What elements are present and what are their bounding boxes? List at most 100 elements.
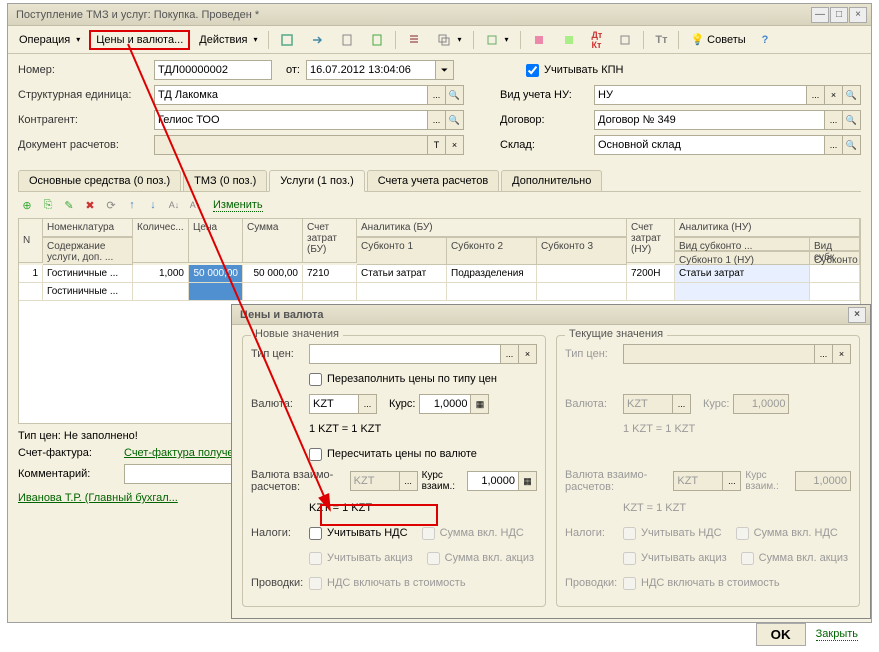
col-vsub1[interactable]: Вид субконто ... bbox=[675, 237, 810, 251]
settle-clear-button[interactable]: × bbox=[446, 135, 464, 155]
contractor-search-button[interactable]: 🔍 bbox=[446, 110, 464, 130]
rate-input[interactable] bbox=[419, 394, 471, 414]
warehouse-search-button[interactable]: 🔍 bbox=[843, 135, 861, 155]
cell-nom[interactable]: Гостиничные ... bbox=[43, 265, 133, 283]
tips-button[interactable]: 💡Советы bbox=[683, 29, 752, 50]
rate-mut-input[interactable] bbox=[467, 471, 519, 491]
contractor-input[interactable] bbox=[154, 110, 428, 130]
maximize-button[interactable]: □ bbox=[830, 7, 848, 23]
number-input[interactable] bbox=[154, 60, 272, 80]
kpn-checkbox-label[interactable]: Учитывать КПН bbox=[526, 64, 624, 77]
tb-icon-1[interactable] bbox=[273, 29, 301, 51]
col-content[interactable]: Содержание услуги, доп. ... bbox=[43, 237, 133, 265]
table-row[interactable]: 1 Гостиничные ... 1,000 50 000,00 50 000… bbox=[19, 265, 860, 283]
contract-search-button[interactable]: 🔍 bbox=[843, 110, 861, 130]
struct-input[interactable] bbox=[154, 85, 428, 105]
grid-delete-button[interactable]: ✖ bbox=[81, 196, 99, 214]
contractor-select-button[interactable]: ... bbox=[428, 110, 446, 130]
kpn-checkbox[interactable] bbox=[526, 64, 539, 77]
rate-calc[interactable]: ▦ bbox=[471, 394, 489, 414]
operation-menu[interactable]: Операция bbox=[12, 30, 87, 50]
struct-search-button[interactable]: 🔍 bbox=[446, 85, 464, 105]
recalc-checkbox[interactable] bbox=[309, 448, 322, 461]
tb-icon-10[interactable]: ДтКт bbox=[585, 26, 610, 54]
cell-vsub[interactable] bbox=[810, 265, 860, 283]
contract-select-button[interactable]: ... bbox=[825, 110, 843, 130]
warehouse-input[interactable] bbox=[594, 135, 825, 155]
col-sub3[interactable]: Субконто 3 bbox=[537, 237, 627, 265]
col-acc-bu[interactable]: Счет затрат (БУ) bbox=[303, 219, 357, 263]
refill-checkbox[interactable] bbox=[309, 373, 322, 386]
cell-qty[interactable]: 1,000 bbox=[133, 265, 189, 283]
cell-acc[interactable]: 7210 bbox=[303, 265, 357, 283]
grid-add-copy-button[interactable]: ⎘ bbox=[39, 196, 57, 214]
warehouse-select-button[interactable]: ... bbox=[825, 135, 843, 155]
settle-cur-select[interactable]: ... bbox=[400, 471, 418, 491]
col-sub1[interactable]: Субконто 1 bbox=[357, 237, 447, 265]
ok-button[interactable]: OK bbox=[756, 623, 806, 646]
col-sum[interactable]: Сумма bbox=[243, 219, 303, 263]
contract-input[interactable] bbox=[594, 110, 825, 130]
col-qty[interactable]: Количес... bbox=[133, 219, 189, 263]
dialog-close-button[interactable]: × bbox=[848, 307, 866, 323]
col-sub2[interactable]: Субконто 2 bbox=[447, 237, 537, 265]
tab-fixed-assets[interactable]: Основные средства (0 поз.) bbox=[18, 170, 181, 191]
grid-add-button[interactable]: ⊕ bbox=[18, 196, 36, 214]
close-button[interactable]: × bbox=[849, 7, 867, 23]
grid-sort-za-button[interactable]: A↑ bbox=[186, 196, 204, 214]
nu-clear-button[interactable]: × bbox=[825, 85, 843, 105]
minimize-button[interactable]: — bbox=[811, 7, 829, 23]
tab-settlement-accounts[interactable]: Счета учета расчетов bbox=[367, 170, 499, 191]
col-vsub[interactable]: Вид субк bbox=[810, 237, 860, 251]
cell-nom2[interactable]: Гостиничные ... bbox=[43, 283, 133, 301]
col-analytics-bu[interactable]: Аналитика (БУ) bbox=[357, 219, 627, 237]
col-nomenclature[interactable]: Номенклатура bbox=[43, 219, 133, 237]
cell-sum[interactable]: 50 000,00 bbox=[243, 265, 303, 283]
cell-n[interactable]: 1 bbox=[19, 265, 43, 283]
cell-price[interactable]: 50 000,00 bbox=[189, 265, 243, 283]
refill-checkbox-label[interactable]: Перезаполнить цены по типу цен bbox=[309, 373, 497, 386]
currency-select[interactable]: ... bbox=[359, 394, 377, 414]
tb-icon-2[interactable] bbox=[303, 29, 331, 51]
cell-vsub1[interactable]: Статьи затрат bbox=[675, 265, 810, 283]
settle-t-button[interactable]: T bbox=[428, 135, 446, 155]
tab-additional[interactable]: Дополнительно bbox=[501, 170, 602, 191]
grid-down-button[interactable]: ↓ bbox=[144, 196, 162, 214]
col-analytics-nu[interactable]: Аналитика (НУ) bbox=[675, 219, 860, 237]
vat-checkbox[interactable] bbox=[309, 527, 322, 540]
grid-refresh-button[interactable]: ⟳ bbox=[102, 196, 120, 214]
nu-select-button[interactable]: ... bbox=[807, 85, 825, 105]
nu-input[interactable] bbox=[594, 85, 807, 105]
comment-input[interactable] bbox=[124, 464, 239, 484]
price-type-select[interactable]: ... bbox=[501, 344, 519, 364]
cell-sub2[interactable]: Подразделения bbox=[447, 265, 537, 283]
tb-icon-9[interactable] bbox=[555, 29, 583, 51]
tb-icon-3[interactable] bbox=[333, 29, 361, 51]
author-link[interactable]: Иванова Т.Р. (Главный бухгал... bbox=[18, 492, 178, 504]
help-button[interactable]: ? bbox=[755, 30, 776, 50]
tab-tmz[interactable]: ТМЗ (0 поз.) bbox=[183, 170, 267, 191]
dialog-close-link[interactable]: Закрыть bbox=[816, 628, 858, 641]
tb-icon-12[interactable]: Tт bbox=[648, 30, 674, 50]
price-type-input[interactable] bbox=[309, 344, 501, 364]
recalc-checkbox-label[interactable]: Пересчитать цены по валюте bbox=[309, 448, 477, 461]
struct-select-button[interactable]: ... bbox=[428, 85, 446, 105]
tb-icon-4[interactable] bbox=[363, 29, 391, 51]
cell-sub1[interactable]: Статьи затрат bbox=[357, 265, 447, 283]
col-acc-nu[interactable]: Счет затрат (НУ) bbox=[627, 219, 675, 263]
tb-icon-8[interactable] bbox=[525, 29, 553, 51]
grid-sort-az-button[interactable]: A↓ bbox=[165, 196, 183, 214]
tb-icon-7[interactable] bbox=[478, 29, 516, 51]
grid-up-button[interactable]: ↑ bbox=[123, 196, 141, 214]
tab-services[interactable]: Услуги (1 поз.) bbox=[269, 170, 364, 192]
table-row[interactable]: Гостиничные ... bbox=[19, 283, 860, 301]
currency-input[interactable] bbox=[309, 394, 359, 414]
col-n[interactable]: N bbox=[19, 219, 43, 263]
cell-accnu[interactable]: 7200Н bbox=[627, 265, 675, 283]
nu-search-button[interactable]: 🔍 bbox=[843, 85, 861, 105]
date-picker-button[interactable]: ⏷ bbox=[436, 60, 454, 80]
tb-icon-5[interactable] bbox=[400, 29, 428, 51]
rate-mut-calc[interactable]: ▦ bbox=[519, 471, 537, 491]
prices-currency-button[interactable]: Цены и валюта... bbox=[89, 30, 190, 50]
vat-checkbox-label[interactable]: Учитывать НДС bbox=[309, 527, 408, 540]
